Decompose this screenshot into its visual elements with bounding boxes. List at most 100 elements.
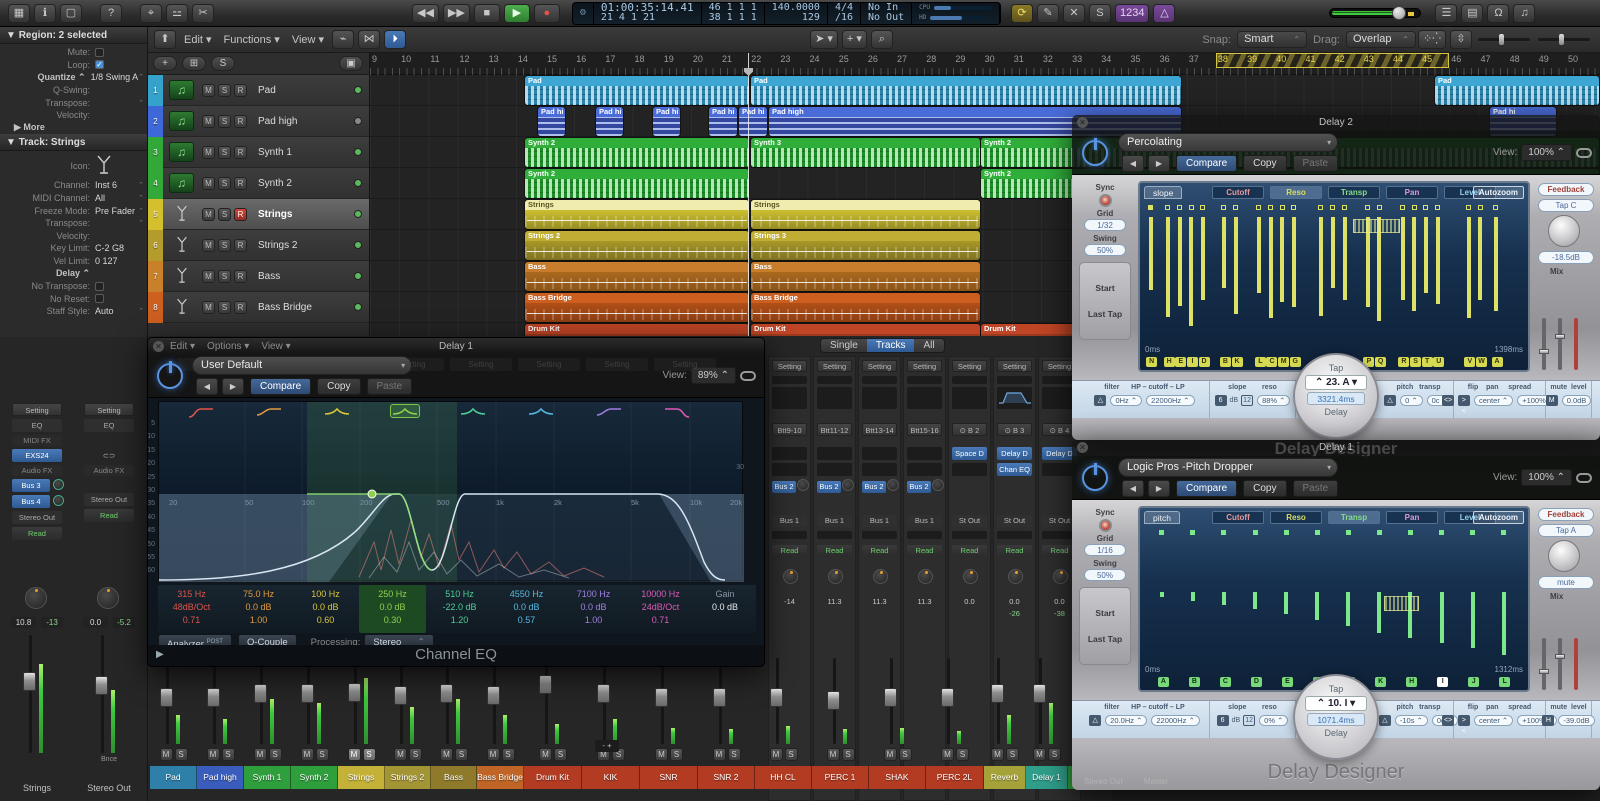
copy-button[interactable]: Copy <box>1243 480 1286 497</box>
mixer-name-snr[interactable]: SNR <box>640 766 698 789</box>
track-param-checkbox[interactable] <box>95 294 104 303</box>
swing-value[interactable]: 50% <box>1084 569 1126 581</box>
track-record-button[interactable]: R <box>234 115 247 128</box>
rewind-button[interactable]: ◀◀ <box>412 4 439 23</box>
band-8-icon[interactable] <box>663 405 691 417</box>
event-list-icon[interactable]: ☰ <box>1435 4 1457 23</box>
start-button[interactable]: Start <box>1080 600 1130 626</box>
pointer-tool-select[interactable]: ➤ ▾ <box>810 30 838 49</box>
tap-toggle[interactable] <box>1470 530 1475 535</box>
track-record-button[interactable]: R <box>234 146 247 159</box>
paste-button[interactable]: Paste <box>367 378 413 395</box>
stepper-icon[interactable]: ⌃ <box>138 73 144 81</box>
input-monitor-dot[interactable] <box>354 241 362 249</box>
autozoom-button[interactable]: Autozoom <box>1473 186 1524 199</box>
tap-toggle[interactable] <box>1377 530 1382 535</box>
volume-thumb[interactable] <box>1392 6 1406 20</box>
mute-button[interactable]: M <box>1033 748 1046 761</box>
last-tap-button[interactable]: Last Tap <box>1080 301 1130 327</box>
channel-fader[interactable] <box>640 658 698 744</box>
tap-letter-D[interactable]: D <box>1199 357 1210 367</box>
tap-toggle[interactable] <box>1478 205 1483 210</box>
strip-eq[interactable]: EQ <box>84 419 134 432</box>
tap-toggle[interactable] <box>1346 530 1351 535</box>
dry-slider[interactable] <box>1542 638 1546 690</box>
mute-button[interactable]: M <box>394 748 407 761</box>
region-strings-2[interactable]: Strings 2 <box>525 231 749 260</box>
output-slider[interactable] <box>1574 638 1578 690</box>
tap-letter-L[interactable]: L <box>1255 357 1266 367</box>
strip-automation-read[interactable]: Read <box>907 545 942 557</box>
track-header-strings-2[interactable]: 6MSRStrings 2 <box>148 230 369 261</box>
param-control[interactable]: >< <box>1458 395 1470 406</box>
preset-prev-button[interactable]: ◀ <box>196 378 218 395</box>
feedback-value[interactable]: -18.5dB <box>1538 251 1594 264</box>
tap-bar[interactable] <box>1377 592 1381 633</box>
tap-selector-dial[interactable]: Tap⌃ 23. A ▾3321.4msDelay <box>1293 353 1379 439</box>
strip-setting-button[interactable]: Setting <box>952 360 987 372</box>
track-m-button[interactable]: M <box>202 208 215 221</box>
mixer-name-delay-1[interactable]: Delay 1 <box>1026 766 1068 789</box>
tap-bar[interactable] <box>1412 217 1416 311</box>
channel-fader[interactable] <box>869 658 926 744</box>
strip-eq-thumbnail[interactable] <box>952 387 987 409</box>
tap-toggle[interactable] <box>1318 205 1323 210</box>
tap-bar[interactable] <box>1502 592 1506 655</box>
wet-slider[interactable] <box>1558 318 1562 370</box>
solo-button[interactable]: S <box>956 748 969 761</box>
gain-value[interactable]: 0.0 dB <box>694 601 756 614</box>
solo-button[interactable]: S <box>363 748 376 761</box>
tap-bar[interactable] <box>1222 592 1226 605</box>
autopunch-button[interactable]: ✕ <box>1063 4 1085 23</box>
tap-bar[interactable] <box>1257 217 1261 293</box>
param-control[interactable]: 6 <box>1215 395 1227 406</box>
strip-output[interactable]: Bus 1 <box>907 515 942 527</box>
tap-selector-dial[interactable]: Tap⌃ 10. I ▾1071.4msDelay <box>1293 674 1379 760</box>
channel-fader[interactable] <box>244 658 291 744</box>
tap-bar[interactable] <box>1166 217 1170 317</box>
track-sort-menu[interactable]: ▣ <box>339 56 363 71</box>
band-q[interactable]: 1.20 <box>426 614 493 627</box>
strip-io-label[interactable]: ⊙ B 2 <box>952 423 987 436</box>
play-button[interactable]: ▶ <box>504 4 530 23</box>
tap-bar[interactable] <box>1234 217 1238 314</box>
mute-button[interactable]: M <box>770 748 783 761</box>
strip-exs24[interactable]: EXS24 <box>12 449 62 462</box>
tap-toggle[interactable] <box>1365 205 1370 210</box>
param-control[interactable]: 12 <box>1241 395 1253 406</box>
mixer-icon[interactable]: ⚍ <box>166 4 188 23</box>
band-7-icon[interactable] <box>595 405 623 417</box>
tap-toggle[interactable] <box>1330 205 1335 210</box>
snap-select[interactable]: Smart ⌃ <box>1237 31 1307 48</box>
wet-thumb[interactable] <box>1555 654 1565 659</box>
region-param-checkbox[interactable]: ✓ <box>95 60 104 69</box>
mixer-name-drum-kit[interactable]: Drum Kit <box>524 766 582 789</box>
flex-icon[interactable]: ⋈ <box>358 30 380 49</box>
band-frequency[interactable]: 7100 Hz <box>560 588 627 601</box>
strip-insert-slot[interactable] <box>817 463 852 476</box>
loop-browser-icon[interactable]: Ω <box>1487 4 1509 23</box>
send-knob[interactable] <box>53 479 64 490</box>
compare-button[interactable]: Compare <box>1176 480 1237 497</box>
media-browser-icon[interactable]: ♫ <box>1513 4 1535 23</box>
tap-toggle[interactable] <box>1423 205 1428 210</box>
strip-audio-fx[interactable]: Audio FX <box>84 465 134 476</box>
param-control[interactable]: center ⌃ <box>1474 395 1513 406</box>
quick-help-icon[interactable]: ? <box>100 4 122 23</box>
record-button[interactable]: ● <box>534 4 560 23</box>
dry-slider[interactable] <box>1542 318 1546 370</box>
region-strings[interactable]: Strings <box>525 200 749 229</box>
tap-toggle[interactable] <box>1165 205 1170 210</box>
inspector-icon[interactable]: ℹ <box>34 4 56 23</box>
region-drum-kit[interactable]: Drum Kit <box>525 324 749 336</box>
mixer-tab-single[interactable]: Single <box>821 339 867 352</box>
band-q[interactable]: 0.60 <box>292 614 359 627</box>
tap-bar[interactable] <box>1160 592 1164 597</box>
mute-button[interactable]: M <box>440 748 453 761</box>
param-control[interactable]: △ <box>1094 395 1106 406</box>
strip-automation-read[interactable]: Read <box>772 545 807 557</box>
pan-knob[interactable] <box>1008 569 1023 584</box>
param-control[interactable]: 0Hz ⌃ <box>1110 395 1142 406</box>
track-m-button[interactable]: M <box>202 146 215 159</box>
preset-prev-button[interactable]: ◀ <box>1122 480 1144 497</box>
